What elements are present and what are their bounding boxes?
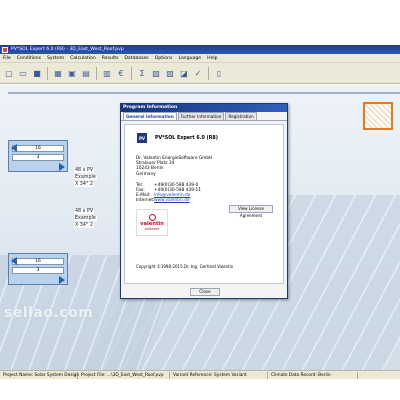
brand-subtitle: software bbox=[144, 227, 160, 231]
valentin-mark-icon bbox=[148, 214, 156, 221]
menu-system[interactable]: System bbox=[47, 56, 64, 61]
toolbar-separator bbox=[47, 66, 48, 80]
connection-line bbox=[8, 92, 400, 94]
menu-conditions[interactable]: Conditions bbox=[17, 56, 41, 61]
calculator-icon[interactable]: ▥ bbox=[101, 67, 113, 80]
status-climate: Climate Data Record: Berlin bbox=[268, 371, 358, 379]
toolbar-separator bbox=[96, 66, 97, 80]
menu-databases[interactable]: Databases bbox=[124, 56, 148, 61]
tab-general-information[interactable]: General Information bbox=[123, 112, 177, 120]
chart-icon[interactable]: ▤ bbox=[80, 67, 92, 80]
contact-info: Tel: +49(0)30-588 439-0 Fax: +49(0)30-58… bbox=[136, 183, 201, 203]
address-line: Germany bbox=[136, 171, 156, 177]
company-address: Dr. Valentin EnergieSoftware GmbH Strala… bbox=[136, 156, 212, 177]
view-license-agreement-button[interactable]: View License Agreement bbox=[229, 205, 273, 218]
inverter-icon[interactable]: ▣ bbox=[66, 67, 78, 80]
book-icon[interactable]: ▯ bbox=[213, 67, 225, 80]
string-example: Example bbox=[74, 175, 97, 180]
money-icon[interactable]: € bbox=[115, 67, 127, 80]
string-row: 16 bbox=[12, 258, 64, 265]
copyright-text: Copyright ©1998-2015 Dr. Ing. Gerhard Va… bbox=[136, 264, 234, 269]
toolbar-separator bbox=[131, 66, 132, 80]
program-information-dialog: Program Information General Information … bbox=[120, 103, 288, 299]
new-file-icon[interactable]: ▢ bbox=[3, 67, 15, 80]
dialog-tabs: General Information Further Information … bbox=[121, 112, 287, 121]
status-variant: Variant Reference: System Variant bbox=[170, 371, 268, 379]
save-icon[interactable]: ■ bbox=[31, 67, 43, 80]
pv-string-block[interactable]: 16 3 bbox=[8, 253, 68, 285]
module-icon[interactable]: ▦ bbox=[52, 67, 64, 80]
menu-options[interactable]: Options bbox=[155, 56, 173, 61]
sum-icon[interactable]: Σ bbox=[136, 67, 148, 80]
valentin-logo: valentin software bbox=[136, 209, 168, 236]
contact-label: Internet: bbox=[136, 198, 155, 203]
toolbar-separator bbox=[208, 66, 209, 80]
arrow-right-icon bbox=[59, 276, 65, 284]
dialog-content: PV PV*SOL Expert 6.0 (R8) Dr. Valentin E… bbox=[124, 124, 284, 284]
status-bar: Project Name: Solar System Design Projec… bbox=[0, 370, 400, 379]
graph-icon[interactable]: ◪ bbox=[178, 67, 190, 80]
arrow-left-icon bbox=[11, 144, 17, 152]
menu-language[interactable]: Language bbox=[178, 56, 201, 61]
close-button[interactable]: Close bbox=[190, 288, 220, 296]
title-bar: PV*SOL Expert 6.0 (R8) - 3D_East_West_Ro… bbox=[0, 45, 400, 54]
dialog-title: Program Information bbox=[121, 104, 287, 112]
arrow-right-icon bbox=[59, 163, 65, 171]
arrow-left-icon bbox=[11, 257, 17, 265]
app-icon bbox=[2, 46, 8, 53]
string-row: 3 bbox=[12, 267, 64, 274]
clipboard-icon[interactable]: ▨ bbox=[164, 67, 176, 80]
string-row: 3 bbox=[12, 154, 64, 161]
string-example: Example bbox=[74, 216, 97, 221]
menu-results[interactable]: Results bbox=[102, 56, 119, 61]
string-row: 16 bbox=[12, 145, 64, 152]
menu-calculation[interactable]: Calculation bbox=[70, 56, 96, 61]
menu-bar: File Conditions System Calculation Resul… bbox=[0, 54, 400, 63]
inverter-block[interactable] bbox=[363, 102, 393, 130]
tab-further-information[interactable]: Further Information bbox=[177, 112, 225, 120]
window-title: PV*SOL Expert 6.0 (R8) - 3D_East_West_Ro… bbox=[11, 47, 124, 52]
menu-help[interactable]: Help bbox=[207, 56, 217, 61]
website-link[interactable]: www.valentin.de bbox=[154, 198, 201, 203]
open-folder-icon[interactable]: ▭ bbox=[17, 67, 29, 80]
string-label: 48 x PV bbox=[74, 168, 95, 173]
string-voltage: X 34° 2 bbox=[74, 182, 94, 187]
table-icon[interactable]: ▧ bbox=[150, 67, 162, 80]
string-voltage: X 34° 2 bbox=[74, 223, 94, 228]
product-name: PV*SOL Expert 6.0 (R8) bbox=[155, 136, 218, 141]
tab-registration[interactable]: Registration bbox=[225, 112, 257, 120]
status-project-name: Project Name: Solar System Design bbox=[0, 371, 79, 379]
pvsol-logo-icon: PV bbox=[137, 133, 147, 143]
pv-string-block[interactable]: 16 3 bbox=[8, 140, 68, 172]
status-project-file: Project File: ...\3D_East_West_Roof.pvp bbox=[78, 371, 170, 379]
menu-file[interactable]: File bbox=[3, 56, 11, 61]
string-label: 48 x PV bbox=[74, 209, 95, 214]
toolbar: ▢ ▭ ■ ▦ ▣ ▤ ▥ € Σ ▧ ▨ ◪ ✓ ▯ bbox=[0, 63, 400, 84]
check-icon[interactable]: ✓ bbox=[192, 67, 204, 80]
watermark-text: sellao.com bbox=[4, 305, 94, 321]
